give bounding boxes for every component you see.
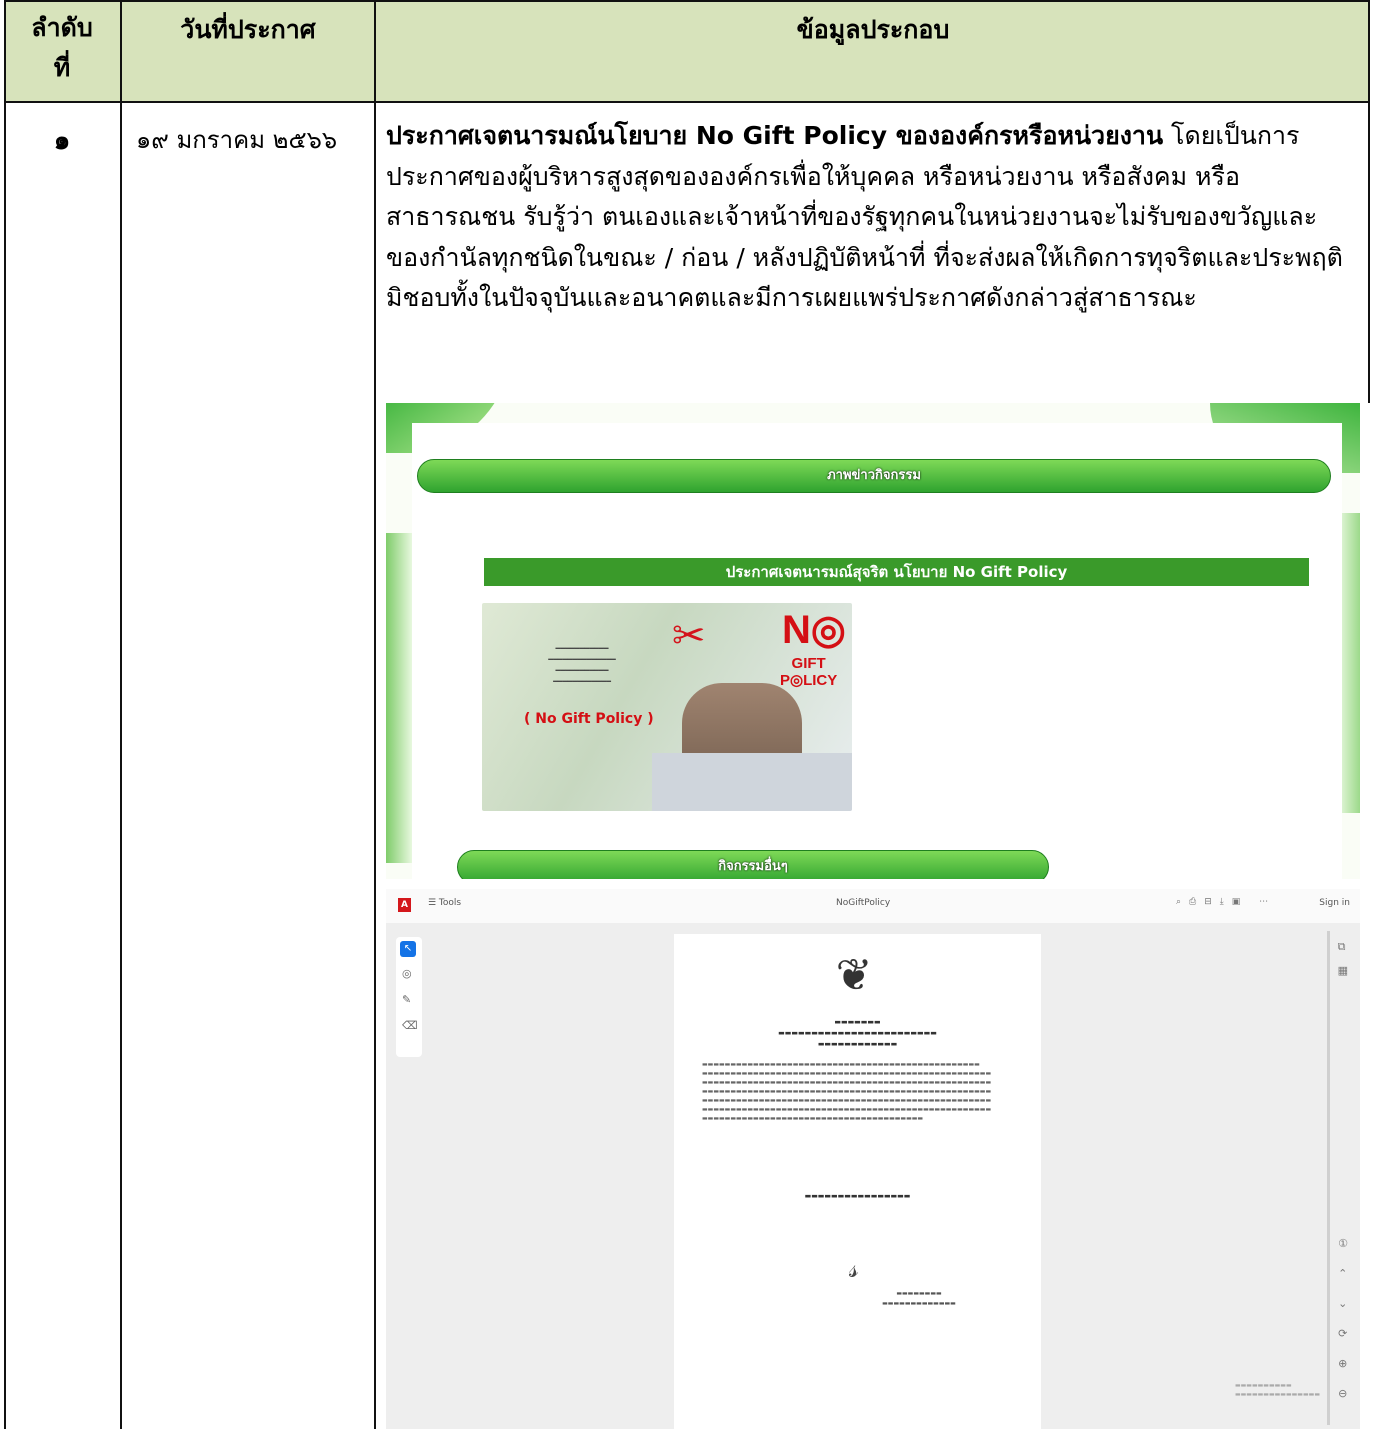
eraser-icon: ⌫ — [402, 1019, 418, 1032]
header-sequence-number: ลำดับ ที่ — [31, 13, 93, 82]
table-border-left — [4, 0, 6, 1429]
signer-name: ▬▬▬▬▬▬▬▬ — [896, 1290, 942, 1297]
comment-icon: ◎ — [402, 967, 412, 980]
poster-policy-text: P◎LICY — [780, 672, 838, 689]
table-divider-1 — [120, 0, 122, 1429]
announcement-banner: ประกาศเจตนารมณ์สุจริต นโยบาย No Gift Pol… — [484, 558, 1309, 586]
row-number: ๑ — [53, 126, 71, 156]
sign-in-link: Sign in — [1319, 898, 1350, 908]
no-gift-poster: ━━━━━━━━━━━ ━━━━━━━━━━━━━━ ━━━━━━━━━━━ ━━━━… — [482, 603, 852, 811]
poster-no-gift-policy: ( No Gift Policy ) — [524, 711, 654, 727]
poster-text-lines: ━━━━━━━━━━━ ━━━━━━━━━━━━━━ ━━━━━━━━━━━ ━━━━… — [548, 644, 616, 686]
pdf-viewer-screenshot: A ☰ Tools NoGiftPolicy ⌕⎙⊟⤓▣ ⋯ Sign in ↖… — [386, 889, 1360, 1429]
table-header-rule — [4, 101, 1370, 103]
poster-no-logo: N◎ — [782, 608, 846, 652]
gift-bow-icon: ✂ — [672, 613, 706, 659]
table-border-right — [1368, 0, 1370, 403]
doc-subheading-2: ▬▬▬▬▬▬▬▬▬▬▬▬ — [817, 1040, 898, 1048]
desk-shape — [652, 753, 852, 811]
row-date: ๑๙ มกราคม ๒๕๖๖ — [136, 126, 338, 154]
signer-position: ▬▬▬▬▬▬▬▬▬▬▬▬▬ — [882, 1300, 956, 1307]
right-tool-rail: ⧉ ▦ — [1337, 940, 1348, 977]
tools-menu: ☰ Tools — [428, 898, 462, 908]
left-tool-rail: ↖ ◎ ✎ ⌫ — [396, 937, 422, 1057]
doc-body-text: ▬▬▬▬▬▬▬▬▬▬▬▬▬▬▬▬▬▬▬▬▬▬▬▬▬▬▬▬▬▬▬▬▬▬▬▬▬▬▬▬… — [702, 1061, 992, 1122]
pdf-scrollbar — [1327, 931, 1330, 1425]
leaf-decoration — [386, 533, 412, 863]
select-cursor-icon: ↖ — [400, 941, 416, 957]
page-nav-rail: ① ⌃ ⌄ ⟳ ⊕ ⊖ — [1338, 1237, 1348, 1400]
pdf-page: ❦ ▬▬▬▬▬▬▬ ▬▬▬▬▬▬▬▬▬▬▬▬▬▬▬▬▬▬▬▬▬▬▬▬ ▬▬▬▬▬… — [674, 934, 1041, 1429]
table-border-top — [4, 0, 1370, 2]
toolbar-icons: ⌕⎙⊟⤓▣ ⋯ — [1176, 897, 1277, 907]
section-pill: ภาพข่าวกิจกรรม — [417, 459, 1331, 493]
doc-date-line: ▬▬▬▬▬▬▬▬▬▬▬▬▬▬▬▬ — [804, 1192, 911, 1200]
poster-gift-policy-logo: GIFT P◎LICY — [780, 655, 837, 689]
website-screenshot: ภาพข่าวกิจกรรม ประกาศเจตนารมณ์สุจริต นโย… — [386, 403, 1360, 879]
doc-subheading: ▬▬▬▬▬▬▬▬▬▬▬▬▬▬▬▬▬▬▬▬▬▬▬▬ — [778, 1029, 937, 1037]
acrobat-icon: A — [398, 898, 411, 912]
signature-mark: 𝓈 — [849, 1254, 859, 1284]
row-description: ประกาศเจตนารมณ์นโยบาย No Gift Policy ของ… — [386, 116, 1351, 319]
garuda-emblem-icon: ❦ — [835, 950, 873, 1001]
table-divider-2 — [374, 0, 376, 1429]
header-supporting-info: ข้อมูลประกอบ — [796, 15, 950, 44]
file-name: NoGiftPolicy — [836, 898, 891, 908]
header-announce-date: วันที่ประกาศ — [180, 15, 316, 44]
row-title: ประกาศเจตนารมณ์นโยบาย No Gift Policy ของ… — [386, 121, 1164, 150]
website-content: ภาพข่าวกิจกรรม ประกาศเจตนารมณ์สุจริต นโย… — [412, 423, 1342, 879]
activate-watermark: ▬▬▬▬▬▬▬▬▬▬ ▬▬▬▬▬▬▬▬▬▬▬▬▬▬▬ — [1234, 1382, 1320, 1398]
poster-gift-text: GIFT — [791, 655, 826, 672]
doc-heading: ▬▬▬▬▬▬▬ — [834, 1018, 881, 1026]
pdf-toolbar: A ☰ Tools NoGiftPolicy ⌕⎙⊟⤓▣ ⋯ Sign in — [386, 889, 1360, 923]
pen-icon: ✎ — [402, 993, 412, 1006]
other-activities-pill: กิจกรรมอื่นๆ — [457, 850, 1049, 879]
